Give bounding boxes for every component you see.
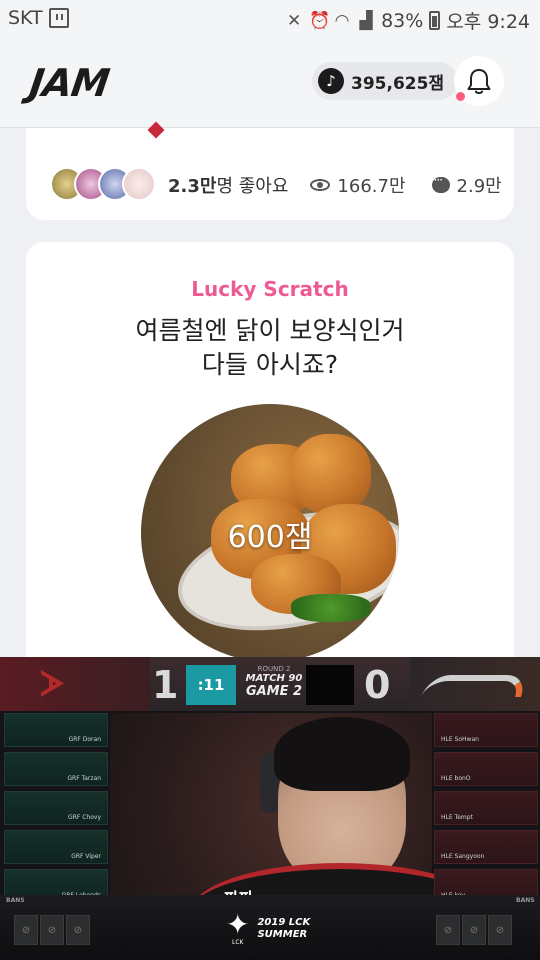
team-left-roster: GRF Doran GRF Tarzan GRF Chovy GRF Viper…	[4, 713, 108, 908]
lck-logo: ✦ LCK 2019 LCK SUMMER	[226, 908, 311, 947]
hle-logo-icon	[420, 675, 530, 697]
twitch-icon	[48, 8, 69, 28]
alarm-icon: ⏰	[309, 10, 331, 31]
player-card: HLE Sangyoon	[434, 830, 538, 864]
score-left: 1	[152, 663, 179, 707]
comments-count: 2.9만	[456, 176, 502, 197]
headline-line-1: 여름철엔 닭이 보양식인거	[135, 316, 405, 345]
post-card[interactable]: 2.3만명 좋아요 166.7만 2.9만	[26, 121, 514, 220]
player-hair	[274, 717, 410, 791]
score-panel-dark	[306, 665, 354, 705]
likes-count: 2.3만	[168, 176, 217, 197]
lucky-scratch-card[interactable]: Lucky Scratch 여름철엔 닭이 보양식인거 다들 아시죠? 600잼	[26, 242, 514, 672]
notification-dot	[456, 92, 465, 101]
team-left-panel: ᗆ	[0, 657, 150, 711]
league-season: SUMMER	[257, 928, 308, 940]
status-bar: SKT ✕ ⏰ ◠ ▟ 83% 오후 9:24	[0, 0, 540, 36]
grf-logo-icon: ᗆ	[40, 665, 65, 705]
garnish-herb	[291, 594, 371, 622]
eye-icon	[310, 179, 331, 191]
ban-slot: ⊘	[40, 915, 64, 945]
headline-line-2: 다들 아시죠?	[201, 350, 339, 379]
player-card: GRF Doran	[4, 713, 108, 747]
likes-suffix: 명 좋아요	[216, 176, 289, 197]
views-stat: 166.7만	[310, 172, 406, 198]
mute-icon: ✕	[286, 10, 302, 31]
match-label: MATCH 90	[245, 673, 303, 684]
ban-slot: ⊘	[462, 915, 486, 945]
comment-icon	[431, 173, 450, 193]
bans-label-right: BANS	[516, 897, 535, 904]
team-right-roster: HLE SoHwan HLE bonO HLE Tempt HLE Sangyo…	[434, 713, 538, 908]
jam-logo[interactable]: JAM	[27, 61, 112, 105]
league-year: 2019 LCK	[257, 916, 311, 928]
clock: 오후 9:24	[446, 11, 530, 33]
game-label: GAME 2	[245, 684, 303, 699]
scratch-prize-image[interactable]: 600잼	[141, 404, 399, 662]
signal-icon: ▟	[359, 10, 373, 31]
live-video-player[interactable]: ᗆ 1 :11 ROUND 2 MATCH 90 GAME 2 0 GRF Do…	[0, 657, 540, 960]
fried-chicken-piece	[291, 434, 371, 514]
player-card: GRF Chovy	[4, 791, 108, 825]
ban-slot: ⊘	[14, 915, 38, 945]
ban-slot: ⊘	[66, 915, 90, 945]
bans-label-left: BANS	[6, 897, 25, 904]
match-timer: :11	[186, 665, 236, 705]
views-count: 166.7만	[337, 176, 406, 197]
wifi-icon: ◠	[334, 10, 350, 31]
points-value: 395,625잼	[351, 73, 445, 94]
round-label: ROUND 2	[257, 665, 291, 673]
player-card: HLE SoHwan	[434, 713, 538, 747]
liker-avatars	[50, 167, 156, 201]
lucky-scratch-tag: Lucky Scratch	[191, 277, 349, 301]
player-card: GRF Viper	[4, 830, 108, 864]
carrier-label: SKT	[8, 7, 43, 29]
score-right: 0	[364, 663, 391, 707]
ban-slot: ⊘	[436, 915, 460, 945]
battery-icon	[429, 11, 441, 30]
comments-stat[interactable]: 2.9만	[431, 172, 502, 198]
player-card: HLE Tempt	[434, 791, 538, 825]
bell-icon	[467, 69, 491, 94]
ban-slot: ⊘	[488, 915, 512, 945]
points-balance[interactable]: ♪ 395,625잼	[312, 62, 459, 100]
battery-percent: 83%	[381, 9, 424, 32]
player-card: HLE bonO	[434, 752, 538, 786]
player-card: GRF Tarzan	[4, 752, 108, 786]
match-info: ROUND 2 MATCH 90 GAME 2	[244, 665, 304, 699]
avatar	[122, 167, 156, 201]
lck-star-icon: ✦	[226, 908, 250, 941]
music-note-icon: ♪	[318, 68, 344, 94]
app-header: JAM ♪ 395,625잼	[0, 36, 540, 128]
likes-text: 2.3만명 좋아요	[168, 172, 288, 198]
promo-headline: 여름철엔 닭이 보양식인거 다들 아시죠?	[26, 314, 514, 382]
scoreboard: ᗆ 1 :11 ROUND 2 MATCH 90 GAME 2 0	[0, 657, 540, 711]
prize-amount: 600잼	[227, 520, 313, 555]
